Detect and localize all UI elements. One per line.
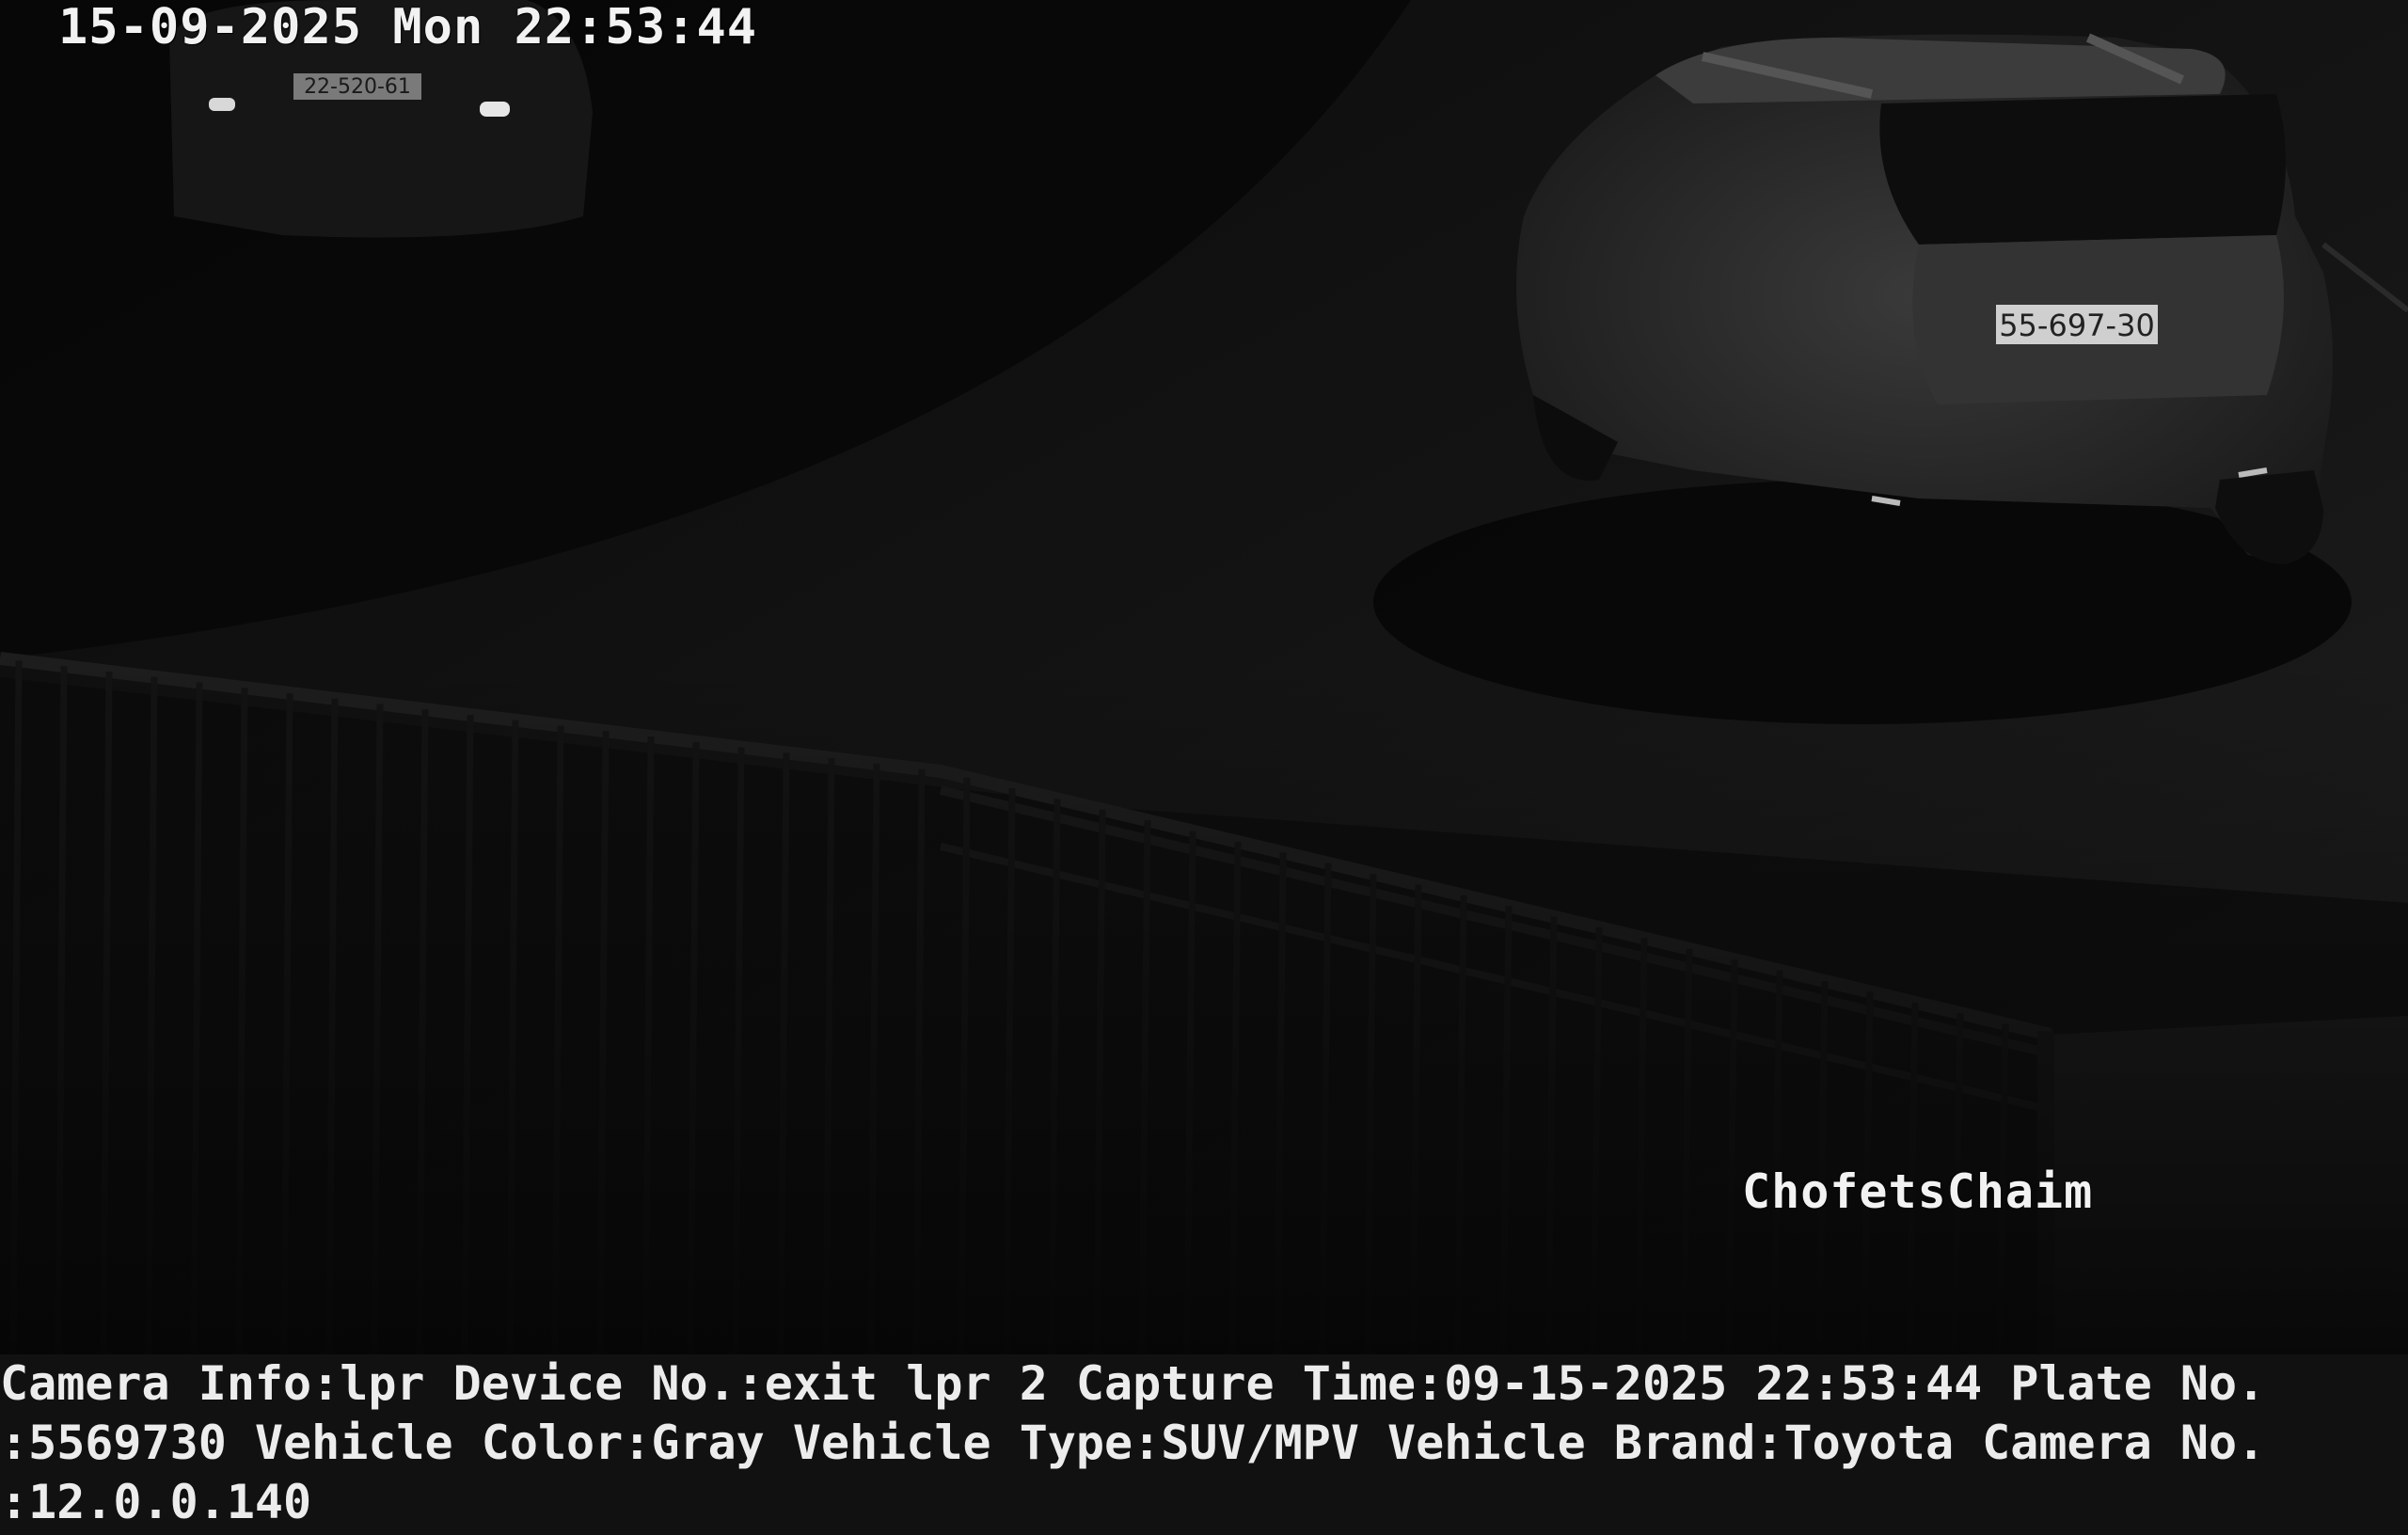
svg-text:55-697-30: 55-697-30: [1999, 308, 2155, 343]
distant-vehicle-taillight-left: [209, 98, 235, 111]
camera-site-label: ChofetsChaim: [1742, 1164, 2094, 1219]
lpr-capture-frame: 22-520-61 55-697-30 15-09-2025 Mon 22:53…: [0, 0, 2408, 1535]
camera-timestamp: 15-09-2025 Mon 22:53:44: [58, 0, 758, 55]
night-street-scene: 22-520-61 55-697-30: [0, 0, 2408, 1354]
svg-text:22-520-61: 22-520-61: [304, 75, 411, 99]
info-line: Camera Info:lpr Device No.:exit lpr 2 Ca…: [0, 1356, 2266, 1411]
capture-info-bar: Camera Info:lpr Device No.:exit lpr 2 Ca…: [0, 1354, 2408, 1535]
fence: [0, 652, 2408, 1354]
info-line: :5569730 Vehicle Color:Gray Vehicle Type…: [0, 1416, 2266, 1470]
info-line: :12.0.0.140: [0, 1475, 312, 1529]
distant-vehicle-taillight-right: [480, 102, 510, 117]
